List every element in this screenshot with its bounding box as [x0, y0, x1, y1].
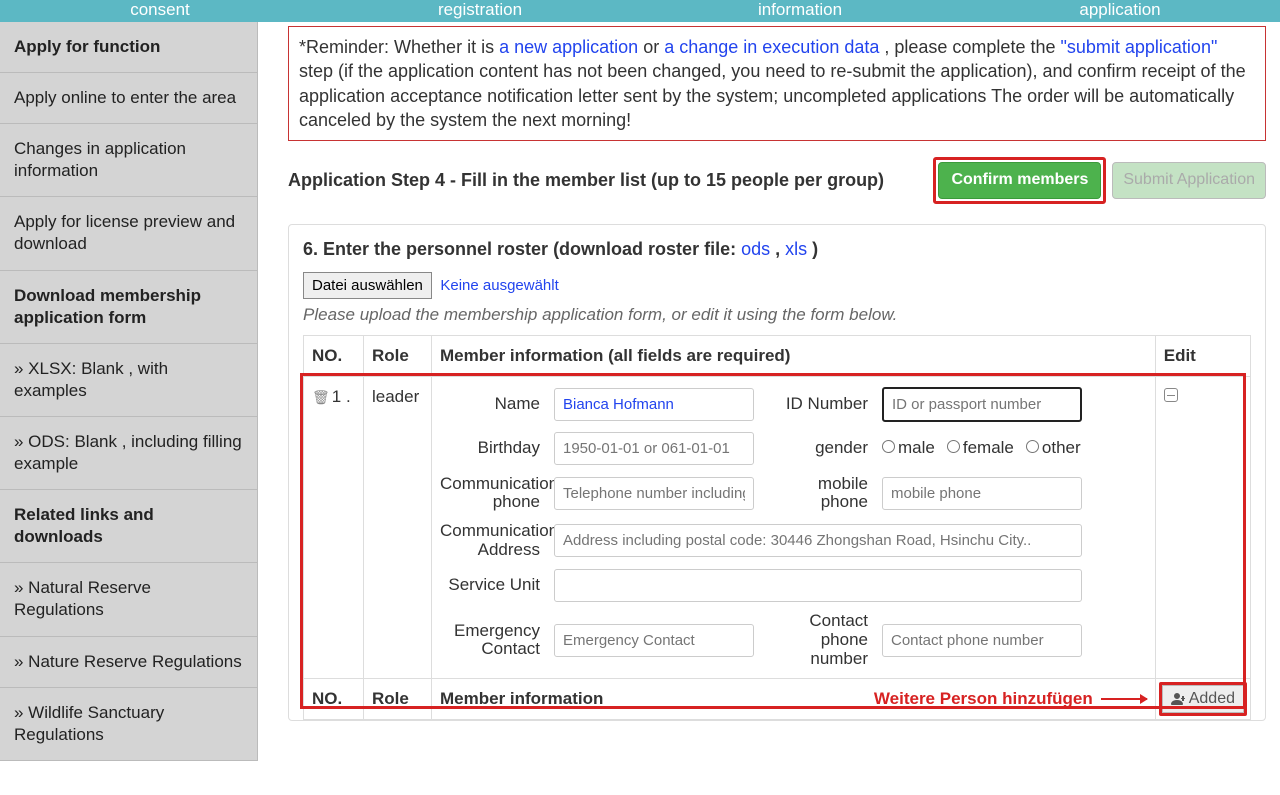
step-title: Application Step 4 - Fill in the member …	[288, 170, 884, 191]
reminder-box: *Reminder: Whether it is a new applicati…	[288, 26, 1266, 141]
label-birthday: Birthday	[440, 439, 540, 458]
contact-phone-input[interactable]	[882, 624, 1082, 657]
th-no: NO.	[304, 335, 364, 376]
link-submit-application[interactable]: "submit application"	[1060, 37, 1217, 57]
link-new-application[interactable]: a new application	[499, 37, 638, 57]
th-role: Role	[364, 335, 432, 376]
sidebar-item-license-preview[interactable]: Apply for license preview and download	[0, 197, 257, 270]
sidebar-item-changes[interactable]: Changes in application information	[0, 124, 257, 197]
address-input[interactable]	[554, 524, 1082, 557]
add-member-button[interactable]: Added	[1162, 685, 1244, 713]
sidebar-item-related-links[interactable]: Related links and downloads	[0, 490, 257, 563]
add-person-annotation: Weitere Person hinzufügen	[874, 689, 1147, 709]
file-choose-button[interactable]: Datei auswählen	[303, 272, 432, 299]
label-service: Service Unit	[440, 576, 540, 595]
person-plus-icon	[1171, 691, 1187, 707]
sidebar-item-apply-online[interactable]: Apply online to enter the area	[0, 73, 257, 124]
confirm-members-button[interactable]: Confirm members	[938, 162, 1101, 198]
submit-application-button[interactable]: Submit Application	[1112, 162, 1266, 198]
member-form-cell: Name ID Number Birthday gender male fema…	[432, 376, 1156, 679]
sidebar-item-apply-function[interactable]: Apply for function	[0, 22, 257, 73]
row-no: 1 .	[332, 387, 351, 406]
sidebar-item-xlsx[interactable]: » XLSX: Blank , with examples	[0, 344, 257, 417]
label-contact-phone: Contact phone number	[768, 612, 868, 668]
step-consent: consent	[0, 0, 320, 22]
label-name: Name	[440, 395, 540, 414]
tf-info: Member information Weitere Person hinzuf…	[432, 679, 1156, 720]
label-mobile: mobile phone	[768, 475, 868, 512]
trash-icon[interactable]: 🗑	[312, 389, 330, 405]
service-input[interactable]	[554, 569, 1082, 602]
tf-no: NO.	[304, 679, 364, 720]
sidebar-item-download-form[interactable]: Download membership application form	[0, 271, 257, 344]
id-input[interactable]	[882, 387, 1082, 422]
sidebar: Apply for function Apply online to enter…	[0, 22, 258, 761]
mobile-input[interactable]	[882, 477, 1082, 510]
file-status: Keine ausgewählt	[440, 277, 558, 294]
tf-role: Role	[364, 679, 432, 720]
row-role: leader	[364, 376, 432, 679]
sidebar-item-ods[interactable]: » ODS: Blank , including filling example	[0, 417, 257, 490]
sidebar-item-natural-reserve[interactable]: » Natural Reserve Regulations	[0, 563, 257, 636]
upload-hint: Please upload the membership application…	[303, 305, 1251, 325]
panel-title: 6. Enter the personnel roster (download …	[303, 239, 1251, 260]
link-xls[interactable]: xls	[785, 239, 807, 259]
label-address: Communication Address	[440, 522, 540, 559]
added-highlight: Added	[1159, 682, 1247, 716]
name-input[interactable]	[554, 388, 754, 421]
step-application: application	[960, 0, 1280, 22]
label-gender: gender	[768, 439, 868, 458]
confirm-highlight: Confirm members	[933, 157, 1106, 203]
comm-phone-input[interactable]	[554, 477, 754, 510]
link-change-execution[interactable]: a change in execution data	[664, 37, 879, 57]
label-id: ID Number	[768, 395, 868, 414]
link-ods[interactable]: ods	[741, 239, 770, 259]
collapse-icon[interactable]	[1164, 388, 1178, 402]
step-registration: registration	[320, 0, 640, 22]
sidebar-item-nature-reserve[interactable]: » Nature Reserve Regulations	[0, 637, 257, 688]
emerg-input[interactable]	[554, 624, 754, 657]
gender-female-radio[interactable]	[947, 440, 960, 453]
top-step-bar: consent registration information applica…	[0, 0, 1280, 22]
th-edit: Edit	[1155, 335, 1250, 376]
arrow-icon	[1101, 698, 1147, 700]
roster-table: NO. Role Member information (all fields …	[303, 335, 1251, 721]
table-row: 🗑1 . leader Name ID Number Birthday	[304, 376, 1251, 679]
birthday-input[interactable]	[554, 432, 754, 465]
main-content: *Reminder: Whether it is a new applicati…	[258, 22, 1280, 761]
gender-other-radio[interactable]	[1026, 440, 1039, 453]
label-comm-phone: Communication phone	[440, 475, 540, 512]
roster-panel: 6. Enter the personnel roster (download …	[288, 224, 1266, 722]
th-info: Member information (all fields are requi…	[432, 335, 1156, 376]
step-information: information	[640, 0, 960, 22]
sidebar-item-wildlife[interactable]: » Wildlife Sanctuary Regulations	[0, 688, 257, 761]
gender-radio-group: male female other	[882, 438, 1082, 458]
label-emerg: Emergency Contact	[440, 622, 540, 659]
gender-male-radio[interactable]	[882, 440, 895, 453]
table-footer-row: NO. Role Member information Weitere Pers…	[304, 679, 1251, 720]
